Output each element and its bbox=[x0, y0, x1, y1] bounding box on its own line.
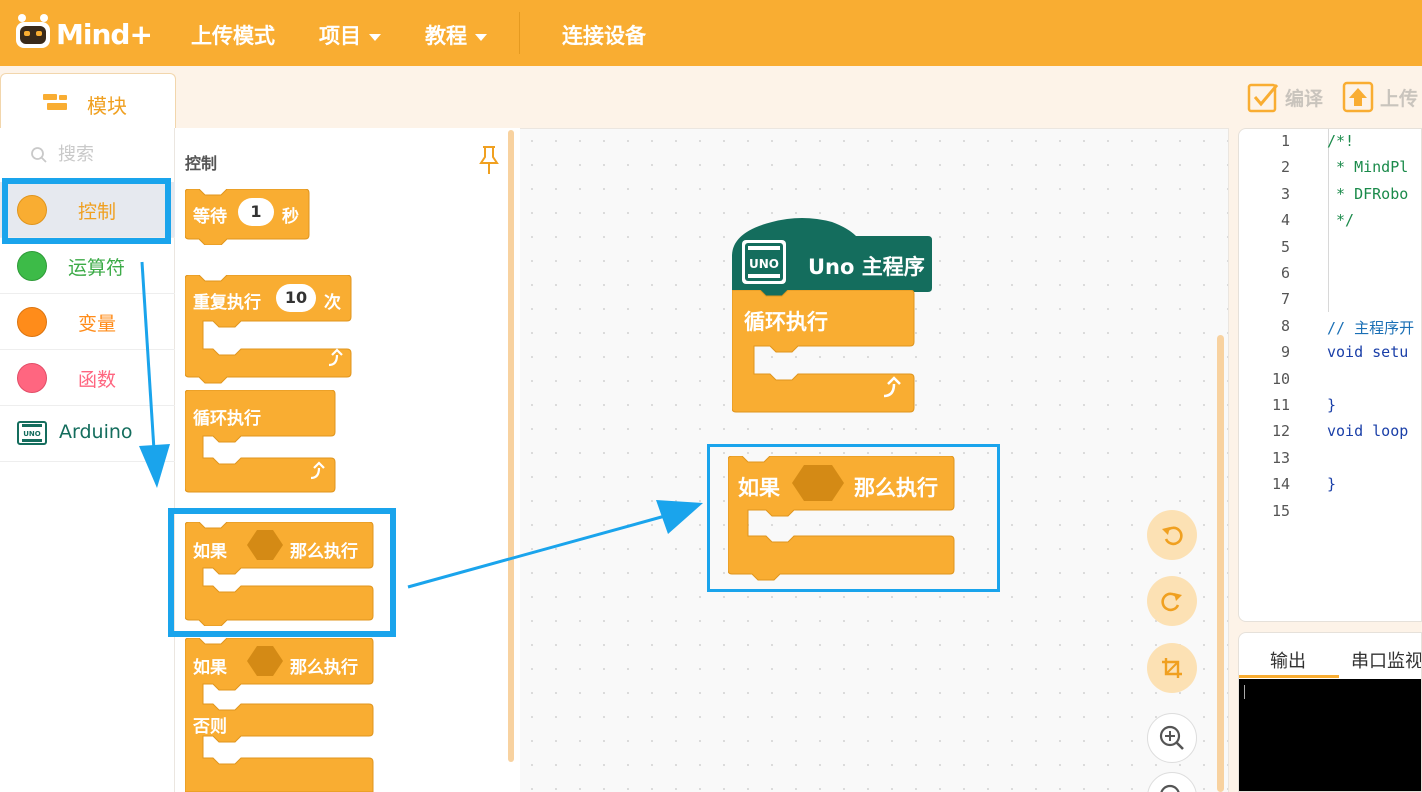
top-bar: Mind+ 上传模式 项目 教程 连接设备 bbox=[0, 0, 1422, 66]
if-else-then-label: 那么执行 bbox=[290, 658, 358, 678]
tab-output[interactable]: 输出 bbox=[1270, 647, 1306, 673]
code-line-number: 4 bbox=[1280, 211, 1290, 230]
repeat-count-input[interactable]: 10 bbox=[276, 284, 316, 312]
wait-unit-label: 秒 bbox=[282, 207, 299, 227]
robot-logo-icon bbox=[16, 14, 50, 48]
terminal-cursor bbox=[1244, 685, 1245, 699]
wait-label: 等待 bbox=[193, 207, 227, 227]
code-line-number: 15 bbox=[1271, 501, 1290, 520]
repeat-label: 重复执行 bbox=[193, 293, 261, 313]
repeat-unit-label: 次 bbox=[324, 293, 341, 313]
code-line-number: 3 bbox=[1280, 184, 1290, 203]
code-line[interactable]: // 主程序开 bbox=[1327, 317, 1414, 338]
workspace-scrollbar[interactable] bbox=[1217, 335, 1224, 792]
menu-connect-device[interactable]: 连接设备 bbox=[562, 20, 646, 50]
else-label: 否则 bbox=[193, 717, 227, 737]
category-arduino-label: Arduino bbox=[59, 421, 133, 443]
arduino-board-icon: UNO bbox=[17, 421, 47, 445]
code-line-number: 10 bbox=[1271, 369, 1290, 388]
zoom-in-icon bbox=[1159, 725, 1184, 750]
palette-scrollbar[interactable] bbox=[508, 130, 514, 762]
blocks-icon bbox=[43, 94, 67, 110]
variables-color-dot bbox=[17, 307, 47, 337]
upload-label: 上传 bbox=[1380, 87, 1419, 110]
category-variables[interactable]: 变量 bbox=[0, 294, 175, 350]
code-line[interactable]: /*! bbox=[1327, 132, 1354, 150]
code-line-number: 9 bbox=[1280, 343, 1290, 362]
forever-label: 循环执行 bbox=[193, 409, 261, 429]
functions-color-dot bbox=[17, 363, 47, 393]
code-line[interactable]: } bbox=[1327, 475, 1336, 493]
code-line-number: 6 bbox=[1280, 264, 1290, 282]
code-line-number: 14 bbox=[1271, 475, 1290, 494]
menu-tutorial-label: 教程 bbox=[425, 24, 467, 48]
workspace-block-highlight-box bbox=[707, 444, 1000, 592]
crop-icon bbox=[1162, 658, 1182, 678]
search-box[interactable] bbox=[30, 144, 168, 165]
redo-button[interactable] bbox=[1147, 576, 1197, 626]
operators-color-dot bbox=[17, 251, 47, 281]
menu-project-label: 项目 bbox=[319, 24, 361, 48]
category-functions-label: 函数 bbox=[78, 369, 117, 391]
code-line-number: 7 bbox=[1280, 290, 1290, 309]
tab-modules[interactable]: 模块 bbox=[0, 73, 176, 129]
code-line-number: 12 bbox=[1271, 422, 1290, 441]
code-line-number: 11 bbox=[1271, 396, 1290, 414]
code-line-number: 13 bbox=[1271, 448, 1290, 467]
category-highlight-box bbox=[2, 178, 171, 244]
compile-button[interactable]: 编译 bbox=[1247, 80, 1323, 114]
code-line-number: 2 bbox=[1280, 158, 1290, 177]
output-panel: 输出 串口监视 bbox=[1238, 632, 1422, 792]
category-variables-label: 变量 bbox=[78, 313, 117, 335]
menu-project[interactable]: 项目 bbox=[319, 20, 381, 50]
menu-divider bbox=[519, 12, 520, 54]
menu-upload-mode-label: 上传模式 bbox=[191, 24, 275, 48]
menu-connect-device-label: 连接设备 bbox=[562, 24, 646, 48]
undo-button[interactable] bbox=[1147, 510, 1197, 560]
search-icon bbox=[31, 146, 47, 163]
uno-main-label: Uno 主程序 bbox=[808, 255, 925, 279]
zoom-out-icon bbox=[1160, 784, 1180, 792]
tab-serial-monitor[interactable]: 串口监视 bbox=[1351, 647, 1421, 673]
palette-title: 控制 bbox=[185, 154, 218, 173]
svg-text:UNO: UNO bbox=[23, 430, 41, 438]
code-line-number: 5 bbox=[1280, 237, 1290, 256]
code-line[interactable]: * MindPl bbox=[1327, 158, 1408, 176]
code-line[interactable]: */ bbox=[1327, 211, 1354, 229]
pin-icon[interactable] bbox=[478, 145, 500, 175]
palette-block-highlight-box bbox=[168, 508, 396, 637]
search-input[interactable] bbox=[58, 144, 168, 165]
output-terminal[interactable] bbox=[1239, 679, 1421, 791]
active-tab-indicator bbox=[1239, 675, 1339, 678]
check-icon bbox=[1247, 83, 1279, 113]
uno-badge-text: UNO bbox=[749, 257, 779, 271]
code-line[interactable]: void loop bbox=[1327, 422, 1408, 440]
compile-label: 编译 bbox=[1285, 87, 1324, 110]
if-else-if-label: 如果 bbox=[193, 658, 227, 678]
zoom-in-button[interactable] bbox=[1147, 713, 1197, 763]
main-forever-label: 循环执行 bbox=[744, 310, 828, 334]
tab-modules-label: 模块 bbox=[87, 94, 127, 118]
upload-arrow-icon bbox=[1342, 81, 1374, 113]
category-functions[interactable]: 函数 bbox=[0, 350, 175, 406]
code-line[interactable]: } bbox=[1327, 396, 1336, 414]
category-arduino[interactable]: UNO Arduino bbox=[0, 406, 175, 462]
category-operators-label: 运算符 bbox=[68, 257, 126, 279]
code-line-number: 1 bbox=[1280, 132, 1290, 150]
menu-upload-mode[interactable]: 上传模式 bbox=[191, 20, 275, 50]
caret-down-icon bbox=[369, 33, 381, 41]
menu-tutorial[interactable]: 教程 bbox=[425, 20, 487, 50]
code-line[interactable]: * DFRobo bbox=[1327, 185, 1408, 203]
upload-button[interactable]: 上传 bbox=[1342, 80, 1418, 114]
redo-icon bbox=[1161, 592, 1182, 612]
logo-wordmark: Mind+ bbox=[56, 18, 153, 51]
undo-icon bbox=[1162, 526, 1183, 546]
category-operators[interactable]: 运算符 bbox=[0, 238, 175, 294]
wait-seconds-input[interactable]: 1 bbox=[238, 198, 274, 226]
caret-down-icon bbox=[475, 33, 487, 41]
code-line-number: 8 bbox=[1280, 316, 1290, 335]
code-line[interactable]: void setu bbox=[1327, 343, 1408, 361]
crop-button[interactable] bbox=[1147, 643, 1197, 693]
mindplus-logo[interactable]: Mind+ bbox=[14, 10, 154, 56]
